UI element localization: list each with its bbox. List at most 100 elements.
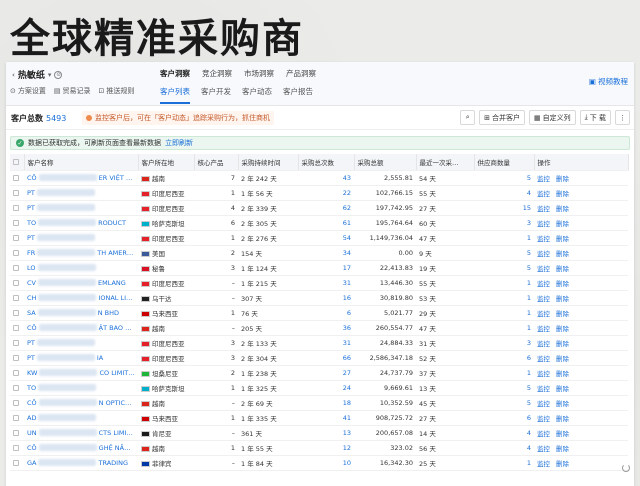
info-icon[interactable]: ⊙ xyxy=(54,70,63,79)
col-core-product[interactable]: 核心产品 xyxy=(194,154,239,171)
delete-link[interactable]: 删除 xyxy=(556,235,569,243)
chevron-down-icon[interactable]: ▾ xyxy=(48,71,52,79)
supplier-count[interactable]: 6 xyxy=(474,350,534,366)
supplier-count[interactable]: 4 xyxy=(474,440,534,456)
delete-link[interactable]: 删除 xyxy=(556,220,569,228)
purchase-count[interactable]: 31 xyxy=(298,335,354,351)
video-tutorial-link[interactable]: ▣ 视频教程 xyxy=(589,76,628,87)
purchase-count[interactable]: 10 xyxy=(298,455,354,471)
row-checkbox[interactable] xyxy=(13,399,19,406)
row-checkbox[interactable] xyxy=(13,339,19,346)
purchase-count[interactable]: 12 xyxy=(298,440,354,456)
supplier-count[interactable]: 5 xyxy=(474,170,534,186)
customer-name[interactable]: TO xyxy=(24,380,138,396)
row-select-cell[interactable] xyxy=(10,260,24,276)
delete-link[interactable]: 删除 xyxy=(556,280,569,288)
col-purchase-count[interactable]: 采购总次数 xyxy=(298,154,355,171)
delete-link[interactable]: 删除 xyxy=(556,445,569,453)
customer-name[interactable]: SA N BHD xyxy=(24,305,138,321)
row-select-cell[interactable] xyxy=(10,245,24,261)
table-row[interactable]: CH IONAL LIM… 乌干达 –307 天 16 30,819.80 53 天 1 监控删… xyxy=(10,290,628,306)
trade-records-link[interactable]: ▤ 贸易记录 xyxy=(54,86,91,96)
purchase-count[interactable]: 6 xyxy=(298,305,354,321)
delete-link[interactable]: 删除 xyxy=(556,310,569,318)
delete-link[interactable]: 删除 xyxy=(556,355,569,363)
table-row[interactable]: SA N BHD 马来西亚 1 76 天 6 5,021.77 29 天 1 监控 删除 xyxy=(10,305,628,321)
row-checkbox[interactable] xyxy=(13,354,19,361)
tab-customer-development[interactable]: 客户开发 xyxy=(201,86,231,104)
row-select-cell[interactable] xyxy=(10,275,24,291)
row-checkbox[interactable] xyxy=(13,384,19,391)
table-row[interactable]: CÔ ẬT BAO B… 越南 –205 天 36 260,554.77 47 天 1 监控 删除 xyxy=(10,320,628,336)
row-checkbox[interactable] xyxy=(13,219,19,226)
col-duration[interactable]: 采购持续时间 xyxy=(238,154,299,171)
monitor-link[interactable]: 监控 xyxy=(537,430,550,438)
chevron-left-icon[interactable]: ‹ xyxy=(12,71,15,79)
monitor-link[interactable]: 监控 xyxy=(537,205,550,213)
monitor-link[interactable]: 监控 xyxy=(537,250,550,258)
col-purchase-amount[interactable]: 采购总额 xyxy=(354,154,417,171)
row-checkbox[interactable] xyxy=(13,429,19,436)
delete-link[interactable]: 删除 xyxy=(556,400,569,408)
supplier-count[interactable]: 4 xyxy=(474,425,534,441)
table-row[interactable]: FR TH AMERI… 美国 2 154 天 34 0.00 9 天 5 监控 删除 xyxy=(10,245,628,261)
purchase-count[interactable]: 18 xyxy=(298,395,354,411)
purchase-count[interactable]: 34 xyxy=(298,245,354,261)
customer-name[interactable]: CH IONAL LIM… xyxy=(24,290,138,306)
table-row[interactable]: AD 马来西亚 1 1 年 335 天 41 908,725.72 27 天 6 监控 删除 xyxy=(10,410,628,426)
row-select-cell[interactable] xyxy=(10,185,24,201)
purchase-count[interactable]: 31 xyxy=(298,275,354,291)
supplier-count[interactable]: 3 xyxy=(474,215,534,231)
monitor-link[interactable]: 监控 xyxy=(537,385,550,393)
customer-name[interactable]: CÔ N OPTICA… xyxy=(24,395,138,411)
customer-total-value[interactable]: 5493 xyxy=(46,114,66,123)
monitor-link[interactable]: 监控 xyxy=(537,280,550,288)
purchase-count[interactable]: 16 xyxy=(298,290,354,306)
delete-link[interactable]: 删除 xyxy=(556,340,569,348)
tab-customer-insight[interactable]: 客户洞察 xyxy=(160,68,190,79)
customer-name[interactable]: UN CTS LIMIT… xyxy=(24,425,138,441)
merge-customer-button[interactable]: ⊞ 合并客户 xyxy=(479,110,526,125)
supplier-count[interactable]: 1 xyxy=(474,305,534,321)
row-select-cell[interactable] xyxy=(10,410,24,426)
monitor-link[interactable]: 监控 xyxy=(537,190,550,198)
delete-link[interactable]: 删除 xyxy=(556,460,569,468)
row-select-cell[interactable] xyxy=(10,425,24,441)
row-select-cell[interactable] xyxy=(10,215,24,231)
table-row[interactable]: PT 印度尼西亚 1 2 年 276 天 54 1,149,736.04 47 天 1 监控 删除 xyxy=(10,230,628,246)
row-checkbox[interactable] xyxy=(13,249,19,256)
supplier-count[interactable]: 1 xyxy=(474,365,534,381)
purchase-count[interactable]: 36 xyxy=(298,320,354,336)
table-row[interactable]: PT 印度尼西亚 4 2 年 339 天 62 197,742.95 27 天 15 监控 删除 xyxy=(10,200,628,216)
customer-name[interactable]: PT IA xyxy=(24,350,138,366)
row-select-cell[interactable] xyxy=(10,170,24,186)
monitor-link[interactable]: 监控 xyxy=(537,265,550,273)
customer-name[interactable]: AD xyxy=(24,410,138,426)
row-select-cell[interactable] xyxy=(10,200,24,216)
customer-name[interactable]: PT xyxy=(24,335,138,351)
tab-product-insight[interactable]: 产品洞察 xyxy=(286,68,316,79)
tab-customer-activity[interactable]: 客户动态 xyxy=(242,86,272,104)
tab-competitor-insight[interactable]: 竞企洞察 xyxy=(202,68,232,79)
delete-link[interactable]: 删除 xyxy=(556,175,569,183)
row-checkbox[interactable] xyxy=(13,189,19,196)
customer-name[interactable]: PT xyxy=(24,230,138,246)
customer-name[interactable]: FR TH AMERI… xyxy=(24,245,138,261)
monitor-link[interactable]: 监控 xyxy=(537,340,550,348)
row-select-cell[interactable] xyxy=(10,290,24,306)
purchase-count[interactable]: 62 xyxy=(298,200,354,216)
delete-link[interactable]: 删除 xyxy=(556,325,569,333)
supplier-count[interactable]: 1 xyxy=(474,275,534,291)
row-checkbox[interactable] xyxy=(13,369,19,376)
table-row[interactable]: TO RODUCT 哈萨克斯坦 6 2 年 305 天 61 195,764.64 60 天3… xyxy=(10,215,628,231)
row-select-cell[interactable] xyxy=(10,455,24,471)
table-row[interactable]: KW CO LIMITED 坦桑尼亚 2 1 年 238 天 27 24,737.79 37 … xyxy=(10,365,628,381)
table-row[interactable]: TO 哈萨克斯坦 1 1 年 325 天 24 9,669.61 13 天 5 监控 删除 xyxy=(10,380,628,396)
search-button[interactable]: ⌕ xyxy=(460,110,476,125)
row-select-cell[interactable] xyxy=(10,305,24,321)
customer-name[interactable]: PT xyxy=(24,200,138,216)
tab-customer-report[interactable]: 客户报告 xyxy=(283,86,313,104)
monitor-link[interactable]: 监控 xyxy=(537,325,550,333)
row-checkbox[interactable] xyxy=(13,414,19,421)
row-select-cell[interactable] xyxy=(10,380,24,396)
